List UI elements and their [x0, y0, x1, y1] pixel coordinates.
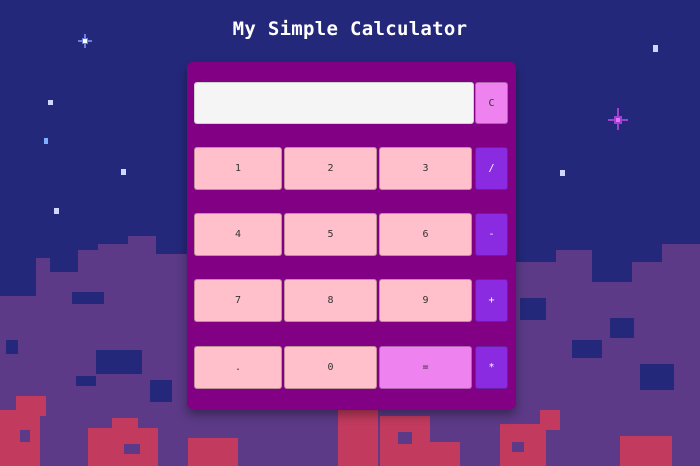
digit-5-button[interactable]: 5	[284, 213, 377, 256]
calculator-display[interactable]	[194, 82, 474, 124]
multiply-button[interactable]: *	[475, 346, 508, 389]
page-title: My Simple Calculator	[232, 18, 468, 40]
digit-4-button[interactable]: 4	[194, 213, 282, 256]
clear-button[interactable]: C	[475, 82, 508, 124]
digit-0-button[interactable]: 0	[284, 346, 377, 389]
digit-9-button[interactable]: 9	[379, 279, 472, 322]
digit-8-button[interactable]: 8	[284, 279, 377, 322]
calculator: C 1 2 3 / 4 5 6 - 7 8 9 + . 0 = *	[187, 62, 516, 409]
digit-7-button[interactable]: 7	[194, 279, 282, 322]
divide-button[interactable]: /	[475, 147, 508, 190]
subtract-button[interactable]: -	[475, 213, 508, 256]
digit-3-button[interactable]: 3	[379, 147, 472, 190]
digit-6-button[interactable]: 6	[379, 213, 472, 256]
digit-2-button[interactable]: 2	[284, 147, 377, 190]
add-button[interactable]: +	[475, 279, 508, 322]
decimal-point-button[interactable]: .	[194, 346, 282, 389]
equals-button[interactable]: =	[379, 346, 472, 389]
digit-1-button[interactable]: 1	[194, 147, 282, 190]
